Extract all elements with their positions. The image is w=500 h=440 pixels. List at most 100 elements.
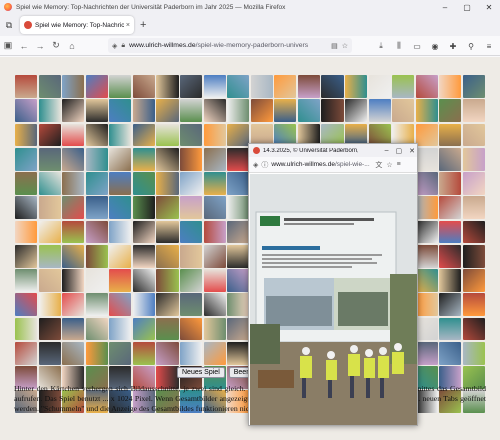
memory-card[interactable] [227, 293, 250, 316]
memory-card[interactable] [439, 341, 462, 365]
memory-card[interactable] [203, 244, 226, 268]
memory-card[interactable] [15, 317, 38, 341]
memory-card[interactable] [462, 317, 485, 341]
memory-card[interactable] [250, 99, 273, 122]
memory-card[interactable] [15, 147, 38, 171]
new-game-button[interactable]: Neues Spiel [177, 367, 225, 378]
memory-card[interactable] [321, 99, 344, 122]
memory-card[interactable] [62, 341, 85, 365]
memory-card[interactable] [38, 293, 61, 316]
memory-card[interactable] [227, 147, 250, 171]
memory-card[interactable] [156, 341, 179, 365]
popup-maximize-icon[interactable]: ▢ [396, 147, 403, 155]
memory-card[interactable] [85, 196, 108, 219]
memory-card[interactable] [38, 341, 61, 365]
memory-card[interactable] [203, 99, 226, 122]
memory-card[interactable] [227, 99, 250, 122]
memory-card[interactable] [180, 196, 203, 219]
memory-card[interactable] [38, 75, 61, 98]
memory-card[interactable] [462, 196, 485, 219]
memory-card[interactable] [180, 123, 203, 147]
url-text[interactable]: www.ulrich-willmes.de/spiel-wie-memory-p… [129, 42, 327, 49]
memory-card[interactable] [227, 75, 250, 98]
close-icon[interactable]: ✕ [478, 0, 500, 14]
memory-card[interactable] [180, 220, 203, 244]
memory-card[interactable] [227, 317, 250, 341]
memory-card[interactable] [109, 75, 132, 98]
memory-card[interactable] [132, 196, 155, 219]
memory-card[interactable] [462, 147, 485, 171]
popup-translate-icon[interactable]: 文 [375, 160, 382, 170]
memory-card[interactable] [132, 244, 155, 268]
memory-card[interactable] [132, 269, 155, 292]
memory-card[interactable] [439, 317, 462, 341]
memory-card[interactable] [15, 172, 38, 195]
memory-card[interactable] [462, 75, 485, 98]
memory-card[interactable] [15, 75, 38, 98]
memory-card[interactable] [462, 293, 485, 316]
memory-card[interactable] [85, 220, 108, 244]
memory-card[interactable] [227, 123, 250, 147]
memory-card[interactable] [439, 244, 462, 268]
memory-card[interactable] [132, 220, 155, 244]
forward-icon[interactable]: → [32, 41, 48, 51]
memory-card[interactable] [132, 123, 155, 147]
memory-card[interactable] [203, 123, 226, 147]
popup-info-icon[interactable]: ⓘ [261, 160, 268, 170]
memory-card[interactable] [62, 75, 85, 98]
memory-card[interactable] [132, 172, 155, 195]
memory-card[interactable] [109, 196, 132, 219]
memory-card[interactable] [156, 244, 179, 268]
memory-card[interactable] [415, 293, 438, 316]
zoom-icon[interactable]: ⚲ [464, 39, 478, 53]
memory-card[interactable] [132, 341, 155, 365]
memory-card[interactable] [62, 317, 85, 341]
memory-card[interactable] [274, 75, 297, 98]
memory-card[interactable] [462, 244, 485, 268]
memory-card[interactable] [62, 269, 85, 292]
memory-card[interactable] [227, 269, 250, 292]
memory-card[interactable] [15, 99, 38, 122]
memory-card[interactable] [439, 147, 462, 171]
tab-close-icon[interactable]: × [126, 22, 130, 29]
memory-card[interactable] [321, 75, 344, 98]
memory-card[interactable] [85, 172, 108, 195]
memory-card[interactable] [62, 172, 85, 195]
memory-card[interactable] [462, 99, 485, 122]
url-bar[interactable]: ◈ 🔒︎ www.ulrich-willmes.de/spiel-wie-mem… [108, 38, 352, 53]
memory-card[interactable] [180, 75, 203, 98]
memory-card[interactable] [156, 147, 179, 171]
bookmark-star-icon[interactable]: ☆ [342, 42, 348, 50]
memory-card[interactable] [274, 99, 297, 122]
memory-card[interactable] [85, 244, 108, 268]
memory-card[interactable] [203, 341, 226, 365]
memory-card[interactable] [415, 341, 438, 365]
memory-card[interactable] [203, 172, 226, 195]
memory-card[interactable] [439, 196, 462, 219]
memory-card[interactable] [203, 75, 226, 98]
memory-card[interactable] [203, 317, 226, 341]
memory-card[interactable] [109, 220, 132, 244]
memory-card[interactable] [203, 220, 226, 244]
popup-close-icon[interactable]: ✕ [409, 147, 415, 155]
memory-card[interactable] [38, 196, 61, 219]
memory-card[interactable] [109, 172, 132, 195]
memory-card[interactable] [203, 196, 226, 219]
memory-card[interactable] [227, 196, 250, 219]
memory-card[interactable] [62, 244, 85, 268]
sidebar-toggle-icon[interactable]: ▣ [0, 40, 16, 51]
memory-card[interactable] [156, 75, 179, 98]
memory-card[interactable] [462, 172, 485, 195]
memory-card[interactable] [156, 99, 179, 122]
memory-card[interactable] [62, 147, 85, 171]
memory-card[interactable] [203, 269, 226, 292]
memory-card[interactable] [203, 147, 226, 171]
memory-card[interactable] [439, 269, 462, 292]
memory-card[interactable] [62, 293, 85, 316]
home-icon[interactable]: ⌂ [64, 41, 80, 51]
memory-card[interactable] [439, 99, 462, 122]
library-icon[interactable]: ⫼ [392, 39, 406, 53]
memory-card[interactable] [85, 269, 108, 292]
memory-card[interactable] [132, 147, 155, 171]
memory-card[interactable] [62, 123, 85, 147]
